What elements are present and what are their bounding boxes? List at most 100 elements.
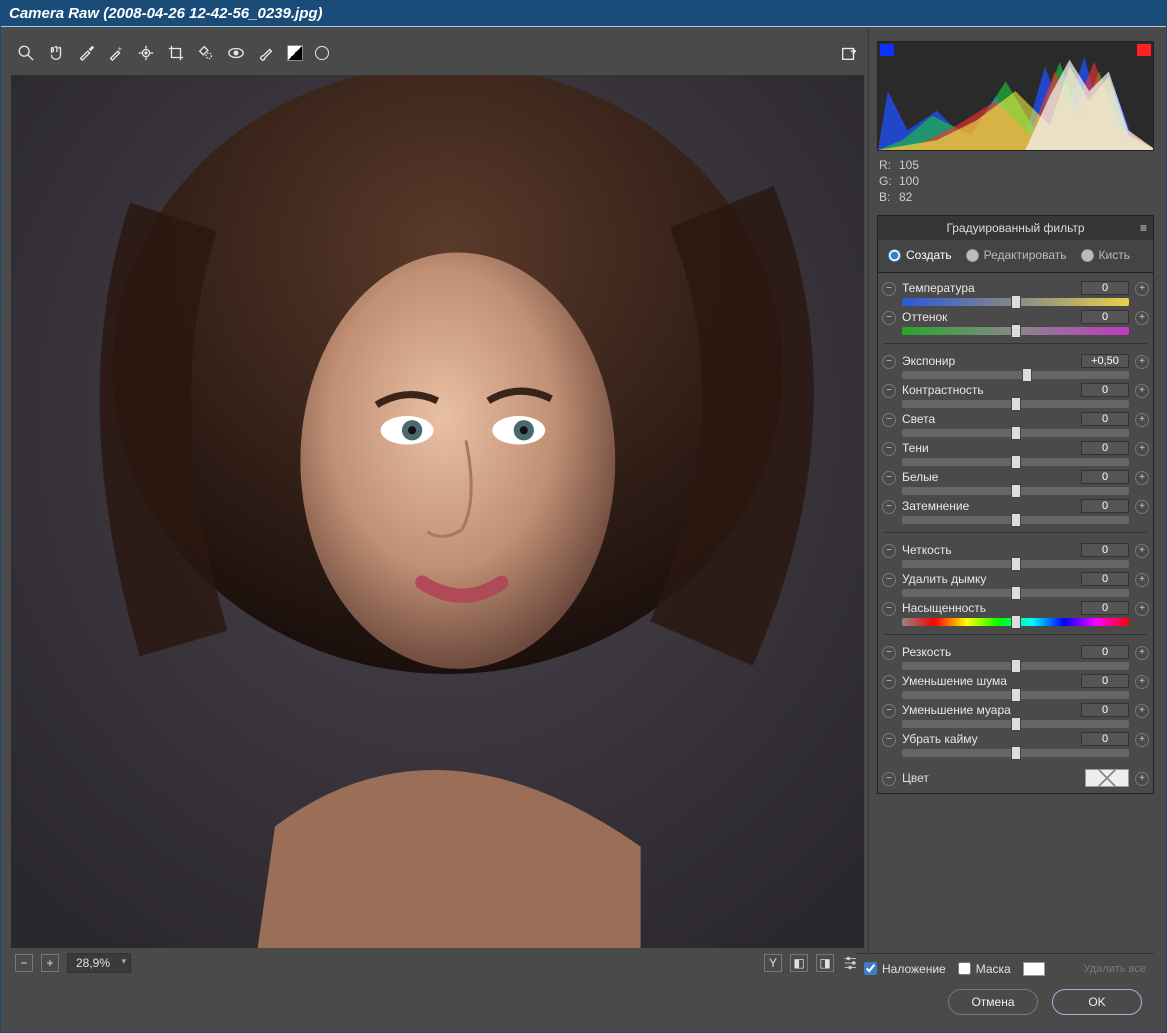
minus-icon[interactable]: − xyxy=(882,384,896,398)
plus-icon[interactable]: + xyxy=(1135,675,1149,689)
minus-icon[interactable]: − xyxy=(882,282,896,296)
slider-track[interactable] xyxy=(902,691,1129,699)
spot-heal-icon[interactable] xyxy=(197,44,215,62)
plus-icon[interactable]: + xyxy=(1135,355,1149,369)
minus-icon[interactable]: − xyxy=(882,573,896,587)
slider-value[interactable]: 0 xyxy=(1081,310,1129,324)
color-swatch[interactable] xyxy=(1085,769,1129,787)
zoom-tool-icon[interactable] xyxy=(17,44,35,62)
image-preview[interactable] xyxy=(11,75,864,948)
slider-track[interactable] xyxy=(902,487,1129,495)
plus-icon[interactable]: + xyxy=(1135,413,1149,427)
slider-knob[interactable] xyxy=(1011,455,1021,469)
slider-value[interactable]: 0 xyxy=(1081,572,1129,586)
minus-icon[interactable]: − xyxy=(882,602,896,616)
slider-knob[interactable] xyxy=(1011,426,1021,440)
radial-filter-icon[interactable] xyxy=(315,46,329,60)
slider-track[interactable] xyxy=(902,720,1129,728)
slider-track[interactable] xyxy=(902,400,1129,408)
zoom-out-button[interactable]: − xyxy=(15,954,33,972)
panel-menu-icon[interactable]: ≡ xyxy=(1140,221,1147,235)
hand-tool-icon[interactable] xyxy=(47,44,65,62)
slider-track[interactable] xyxy=(902,589,1129,597)
plus-icon[interactable]: + xyxy=(1135,500,1149,514)
compare-left-icon[interactable]: ◧ xyxy=(790,954,808,972)
slider-track[interactable] xyxy=(902,371,1129,379)
minus-icon[interactable]: − xyxy=(882,675,896,689)
slider-track[interactable] xyxy=(902,749,1129,757)
mask-color-swatch[interactable] xyxy=(1023,962,1045,976)
eyedropper-icon[interactable] xyxy=(77,44,95,62)
slider-knob[interactable] xyxy=(1011,557,1021,571)
minus-icon[interactable]: − xyxy=(882,772,896,786)
minus-icon[interactable]: − xyxy=(882,413,896,427)
plus-icon[interactable]: + xyxy=(1135,573,1149,587)
overlay-checkbox[interactable]: Наложение xyxy=(864,962,946,976)
minus-icon[interactable]: − xyxy=(882,704,896,718)
slider-value[interactable]: 0 xyxy=(1081,601,1129,615)
crop-icon[interactable] xyxy=(167,44,185,62)
mode-brush[interactable]: Кисть xyxy=(1081,248,1130,262)
slider-value[interactable]: 0 xyxy=(1081,499,1129,513)
slider-track[interactable] xyxy=(902,560,1129,568)
cancel-button[interactable]: Отмена xyxy=(948,989,1038,1015)
minus-icon[interactable]: − xyxy=(882,500,896,514)
slider-knob[interactable] xyxy=(1011,746,1021,760)
slider-knob[interactable] xyxy=(1011,659,1021,673)
slider-track[interactable] xyxy=(902,618,1129,626)
plus-icon[interactable]: + xyxy=(1135,544,1149,558)
slider-value[interactable]: 0 xyxy=(1081,703,1129,717)
zoom-dropdown[interactable]: 28,9% xyxy=(67,953,131,973)
slider-track[interactable] xyxy=(902,327,1129,335)
plus-icon[interactable]: + xyxy=(1135,471,1149,485)
slider-knob[interactable] xyxy=(1011,615,1021,629)
slider-value[interactable]: 0 xyxy=(1081,383,1129,397)
slider-value[interactable]: 0 xyxy=(1081,441,1129,455)
slider-track[interactable] xyxy=(902,516,1129,524)
mode-edit[interactable]: Редактировать xyxy=(966,248,1067,262)
minus-icon[interactable]: − xyxy=(882,733,896,747)
slider-track[interactable] xyxy=(902,458,1129,466)
slider-track[interactable] xyxy=(902,662,1129,670)
slider-knob[interactable] xyxy=(1011,295,1021,309)
slider-value[interactable]: 0 xyxy=(1081,470,1129,484)
slider-knob[interactable] xyxy=(1011,586,1021,600)
slider-track[interactable] xyxy=(902,429,1129,437)
export-icon[interactable] xyxy=(840,44,858,62)
plus-icon[interactable]: + xyxy=(1135,311,1149,325)
slider-knob[interactable] xyxy=(1011,397,1021,411)
plus-icon[interactable]: + xyxy=(1135,733,1149,747)
plus-icon[interactable]: + xyxy=(1135,602,1149,616)
ok-button[interactable]: OK xyxy=(1052,989,1142,1015)
plus-icon[interactable]: + xyxy=(1135,384,1149,398)
target-adjust-icon[interactable] xyxy=(137,44,155,62)
before-after-y-button[interactable]: Y xyxy=(764,954,782,972)
slider-value[interactable]: +0,50 xyxy=(1081,354,1129,368)
slider-value[interactable]: 0 xyxy=(1081,645,1129,659)
plus-icon[interactable]: + xyxy=(1135,704,1149,718)
minus-icon[interactable]: − xyxy=(882,442,896,456)
slider-knob[interactable] xyxy=(1011,513,1021,527)
slider-value[interactable]: 0 xyxy=(1081,412,1129,426)
plus-icon[interactable]: + xyxy=(1135,442,1149,456)
zoom-in-button[interactable]: + xyxy=(41,954,59,972)
histogram[interactable] xyxy=(877,41,1154,151)
slider-value[interactable]: 0 xyxy=(1081,732,1129,746)
minus-icon[interactable]: − xyxy=(882,544,896,558)
slider-value[interactable]: 0 xyxy=(1081,543,1129,557)
minus-icon[interactable]: − xyxy=(882,471,896,485)
slider-value[interactable]: 0 xyxy=(1081,281,1129,295)
fgbg-swatch-icon[interactable] xyxy=(287,45,303,61)
minus-icon[interactable]: − xyxy=(882,311,896,325)
shadow-clip-indicator[interactable] xyxy=(880,44,894,56)
mask-checkbox[interactable]: Маска xyxy=(958,962,1011,976)
slider-knob[interactable] xyxy=(1011,688,1021,702)
compare-right-icon[interactable]: ◨ xyxy=(816,954,834,972)
slider-knob[interactable] xyxy=(1022,368,1032,382)
plus-icon[interactable]: + xyxy=(1135,772,1149,786)
mode-create[interactable]: Создать xyxy=(888,248,952,262)
highlight-clip-indicator[interactable] xyxy=(1137,44,1151,56)
slider-value[interactable]: 0 xyxy=(1081,674,1129,688)
slider-track[interactable] xyxy=(902,298,1129,306)
plus-icon[interactable]: + xyxy=(1135,282,1149,296)
